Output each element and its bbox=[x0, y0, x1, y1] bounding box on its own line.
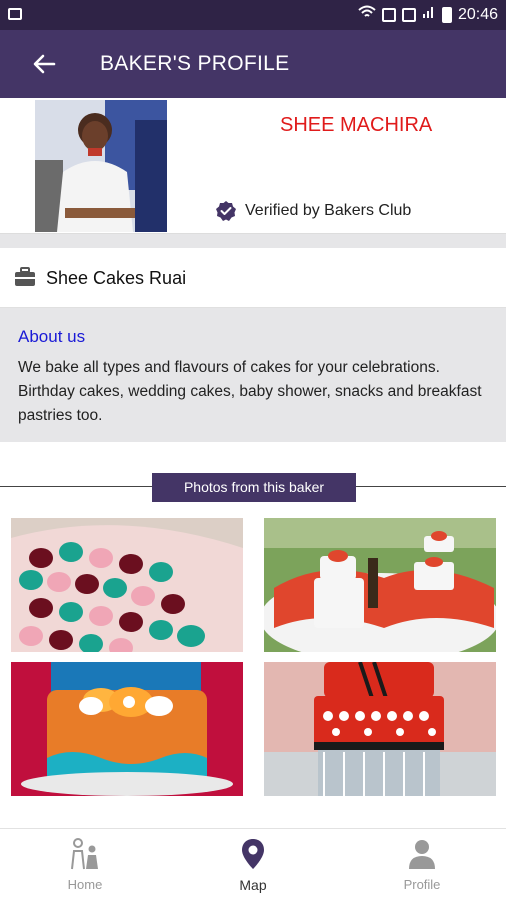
nav-profile[interactable]: Profile bbox=[362, 837, 482, 892]
map-pin-icon bbox=[242, 839, 264, 869]
back-arrow-icon[interactable] bbox=[30, 50, 58, 78]
wifi-icon bbox=[358, 5, 376, 24]
nav-home-label: Home bbox=[67, 877, 103, 892]
photos-label: Photos from this baker bbox=[152, 473, 356, 502]
page-title: BAKER'S PROFILE bbox=[100, 52, 290, 75]
status-time: 20:46 bbox=[457, 5, 498, 23]
cake-photo-3[interactable] bbox=[11, 662, 243, 796]
signal-bars-icon bbox=[422, 5, 436, 24]
cake-photo-4[interactable] bbox=[264, 662, 496, 796]
person-icon bbox=[409, 840, 435, 869]
nav-map-label: Map bbox=[239, 877, 267, 893]
family-home-icon bbox=[71, 838, 98, 870]
signal-icon bbox=[401, 7, 416, 22]
about-section: About us We bake all types and flavours … bbox=[0, 308, 506, 442]
cake-photo-1[interactable] bbox=[11, 518, 243, 652]
sim-icon bbox=[381, 7, 396, 22]
app-bar: BAKER'S PROFILE bbox=[0, 30, 506, 98]
cake-photo-2[interactable] bbox=[264, 518, 496, 652]
verified-check-icon bbox=[216, 201, 236, 221]
shop-row: Shee Cakes Ruai bbox=[0, 248, 506, 308]
nav-profile-label: Profile bbox=[403, 877, 441, 892]
baker-name: SHEE MACHIRA bbox=[280, 114, 433, 136]
verified-badge: Verified by Bakers Club bbox=[215, 200, 411, 222]
baker-photo[interactable] bbox=[35, 100, 167, 232]
bottom-nav: Home Map Profile bbox=[0, 828, 506, 900]
verified-text: Verified by Bakers Club bbox=[245, 202, 412, 219]
profile-card: SHEE MACHIRA Verified by Bakers Club bbox=[0, 98, 506, 234]
status-bar: 20:46 bbox=[0, 0, 506, 30]
about-heading: About us bbox=[18, 327, 86, 346]
shop-name: Shee Cakes Ruai bbox=[46, 268, 187, 288]
nav-home[interactable]: Home bbox=[25, 837, 145, 892]
nav-map[interactable]: Map bbox=[193, 837, 313, 893]
battery-icon bbox=[441, 6, 452, 23]
briefcase-icon bbox=[14, 267, 36, 287]
section-spacer bbox=[0, 234, 506, 248]
about-text: We bake all types and flavours of cakes … bbox=[18, 359, 482, 424]
gallery-notification-icon bbox=[8, 8, 22, 20]
